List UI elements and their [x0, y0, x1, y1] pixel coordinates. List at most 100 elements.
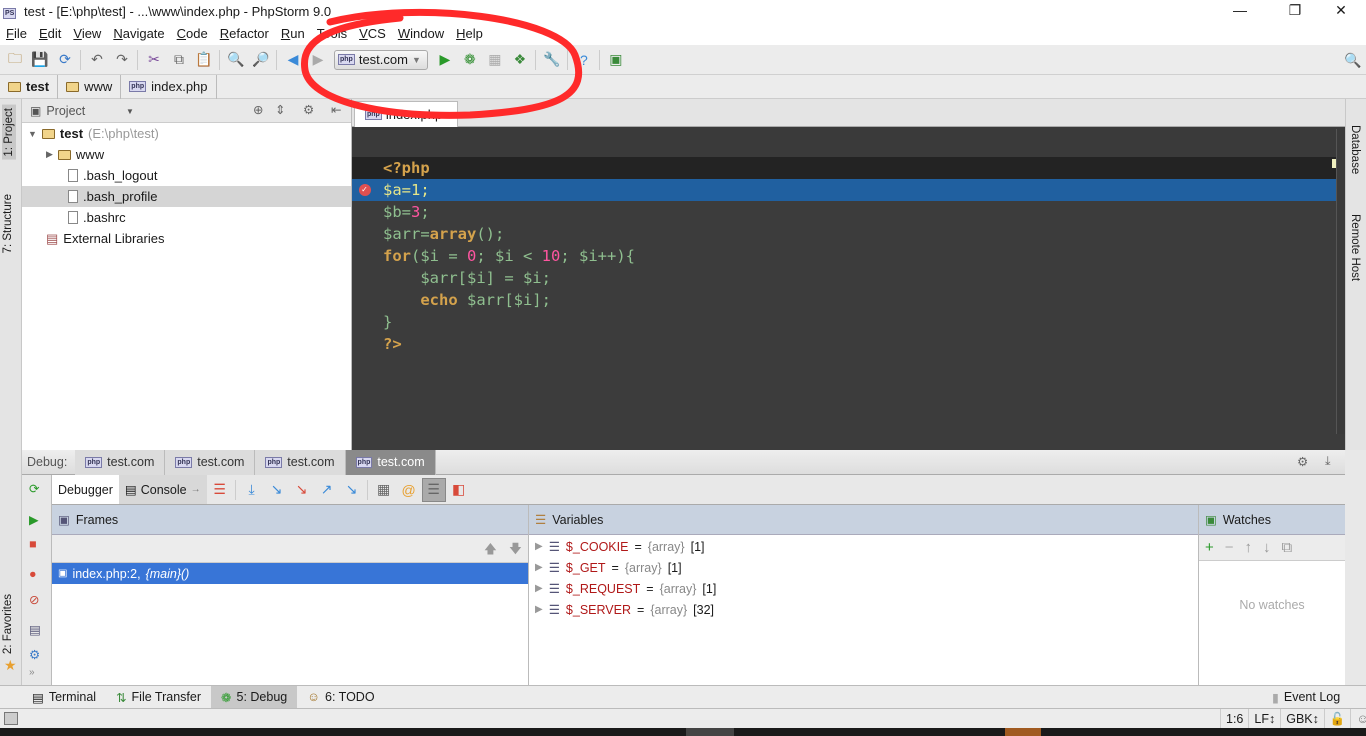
code-line[interactable]: <?php — [352, 157, 1345, 179]
menu-navigate[interactable]: Navigate — [107, 23, 170, 45]
evaluate-icon[interactable]: ▦ — [372, 478, 396, 502]
tree-item-bashrc[interactable]: .bashrc — [22, 207, 351, 228]
frame-row[interactable]: ▣ index.php:2, {main}() — [52, 563, 528, 584]
lock-icon[interactable]: 🔓 — [1323, 709, 1351, 729]
collapse-icon[interactable]: ⇕ — [275, 102, 285, 117]
forward-icon[interactable]: ▶ — [306, 48, 330, 72]
debug-tab[interactable]: php test.com — [255, 449, 346, 475]
code-line[interactable]: } — [352, 311, 1345, 333]
code-line[interactable]: $arr=array(); — [352, 223, 1345, 245]
tab-console[interactable]: ▤ Console → — [118, 475, 207, 504]
watch-icon[interactable]: @ — [397, 478, 421, 502]
force-step-into-icon[interactable]: ↘ — [290, 478, 314, 502]
menu-window[interactable]: Window — [392, 23, 450, 45]
code-line[interactable]: ?> — [352, 333, 1345, 355]
expand-arrow-icon[interactable]: ▶ — [535, 562, 543, 573]
project-view-select[interactable]: ▣ Project ▼ — [30, 102, 134, 120]
show-values-toggle-icon[interactable]: ☰ — [421, 477, 446, 502]
tree-root[interactable]: ▼ test (E:\php\test) — [22, 123, 351, 144]
down-arrow-icon[interactable]: ↓ — [1263, 539, 1271, 556]
tool-tab-remote-host[interactable]: Remote Host — [1349, 214, 1361, 281]
run-config-select[interactable]: php test.com ▼ — [334, 49, 428, 70]
code-area[interactable]: <?php $a=1; $b=3; $arr=array(); for($i = 0; … — [352, 157, 1345, 355]
tree-item-www[interactable]: ▶ www — [22, 144, 351, 165]
down-arrow-icon[interactable]: 🡇 — [509, 540, 522, 561]
cut-icon[interactable]: ✂ — [142, 48, 166, 72]
settings-icon[interactable]: ⚙ — [29, 647, 45, 663]
code-line[interactable]: $arr[$i] = $i; — [352, 267, 1345, 289]
file-encoding[interactable]: GBK↕ — [1280, 709, 1324, 729]
redo-icon[interactable]: ↷ — [110, 48, 134, 72]
variable-row[interactable]: ▶ ☰ $_GET = {array} [1] — [529, 557, 1198, 578]
listen-debug-icon[interactable]: ❖ — [508, 48, 532, 72]
more-icon[interactable]: » — [29, 667, 45, 683]
breadcrumb-www[interactable]: www — [58, 74, 122, 99]
menu-run[interactable]: Run — [275, 23, 311, 45]
code-line[interactable]: $b=3; — [352, 201, 1345, 223]
add-watch-icon[interactable]: + — [1205, 539, 1214, 556]
step-out-icon[interactable]: ↗ — [315, 478, 339, 502]
paste-icon[interactable]: 📋 — [192, 48, 216, 72]
code-editor[interactable]: php index.php <?php $a=1; $b=3; $arr=array()… — [352, 99, 1345, 450]
tree-item-bash-logout[interactable]: .bash_logout — [22, 165, 351, 186]
step-over-icon[interactable]: ⤓ — [240, 478, 264, 502]
expand-arrow-icon[interactable]: ▶ — [535, 541, 543, 552]
debug-tab[interactable]: php test.com — [75, 449, 166, 475]
run-icon[interactable]: ▶ — [433, 48, 457, 72]
rerun-icon[interactable]: ⟳ — [29, 481, 45, 497]
show-execution-point-icon[interactable]: ☰ — [208, 478, 232, 502]
copy-icon[interactable]: ⧉ — [167, 48, 191, 72]
debug-bug-icon[interactable]: ❁ — [458, 48, 482, 72]
tool-tab-debug[interactable]: ❁ 5: Debug — [211, 685, 298, 709]
variable-row[interactable]: ▶ ☰ $_SERVER = {array} [32] — [529, 599, 1198, 620]
editor-tab-index-php[interactable]: php index.php — [354, 101, 458, 127]
code-line[interactable]: $a=1; — [352, 179, 1345, 201]
save-icon[interactable]: 💾 — [28, 48, 52, 72]
tab-debugger[interactable]: Debugger — [52, 475, 119, 504]
sync-icon[interactable]: ⟳ — [53, 48, 77, 72]
menu-edit[interactable]: Edit — [33, 23, 67, 45]
event-log-button[interactable]: ▮ Event Log — [1262, 686, 1350, 709]
tree-item-external-libraries[interactable]: ▤ External Libraries — [22, 228, 351, 249]
search-everywhere-icon[interactable]: 🔍 — [1341, 48, 1365, 72]
menu-code[interactable]: Code — [171, 23, 214, 45]
variable-row[interactable]: ▶ ☰ $_COOKIE = {array} [1] — [529, 536, 1198, 557]
coverage-icon[interactable]: ▦ — [483, 48, 507, 72]
breadcrumb-index-php[interactable]: php index.php — [121, 74, 217, 99]
layout-icon[interactable]: ▤ — [29, 622, 45, 638]
expand-arrow-icon[interactable]: ▶ — [535, 583, 543, 594]
menu-help[interactable]: Help — [450, 23, 489, 45]
tree-item-bash-profile[interactable]: .bash_profile — [22, 186, 351, 207]
locate-icon[interactable]: ⊕ — [253, 102, 263, 117]
mute-breakpoints-icon[interactable]: ⊘ — [29, 592, 45, 608]
help-icon[interactable]: ? — [572, 48, 596, 72]
remove-watch-icon[interactable]: − — [1225, 539, 1234, 556]
code-line[interactable]: echo $arr[$i]; — [352, 289, 1345, 311]
copy-icon[interactable]: ⧉ — [1282, 539, 1293, 556]
up-arrow-icon[interactable]: ↑ — [1245, 539, 1253, 556]
maximize-button[interactable]: ❐ — [1285, 2, 1305, 20]
deploy-icon[interactable]: ▣ — [604, 48, 628, 72]
stop-icon[interactable]: ■ — [29, 537, 45, 553]
open-icon[interactable]: 🗀 — [3, 48, 27, 72]
undo-icon[interactable]: ↶ — [85, 48, 109, 72]
tool-tab-structure[interactable]: 7: Structure — [2, 194, 14, 253]
caret-position[interactable]: 1:6 — [1220, 709, 1248, 729]
step-into-icon[interactable]: ↘ — [265, 478, 289, 502]
menu-refactor[interactable]: Refactor — [214, 23, 275, 45]
breadcrumb-test[interactable]: test — [0, 74, 59, 99]
code-line[interactable]: for($i = 0; $i < 10; $i++){ — [352, 245, 1345, 267]
tool-tab-file-transfer[interactable]: ⇅ File Transfer — [106, 686, 211, 709]
find-icon[interactable]: 🔍 — [224, 48, 248, 72]
minimize-button[interactable]: — — [1230, 2, 1250, 20]
replace-icon[interactable]: 🔎 — [249, 48, 273, 72]
tool-tab-favorites[interactable]: 2: Favorites — [2, 594, 14, 654]
menu-file[interactable]: File — [0, 23, 33, 45]
expand-arrow-icon[interactable]: ▶ — [535, 604, 543, 615]
run-to-cursor-icon[interactable]: ↘ — [340, 478, 364, 502]
restore-layout-icon[interactable]: ◧ — [447, 478, 471, 502]
tool-tab-project[interactable]: 1: Project — [2, 105, 16, 160]
menu-tools[interactable]: Tools — [311, 23, 353, 45]
resume-icon[interactable]: ▶ — [29, 512, 45, 528]
inspector-icon[interactable]: ☺ — [1350, 709, 1366, 729]
